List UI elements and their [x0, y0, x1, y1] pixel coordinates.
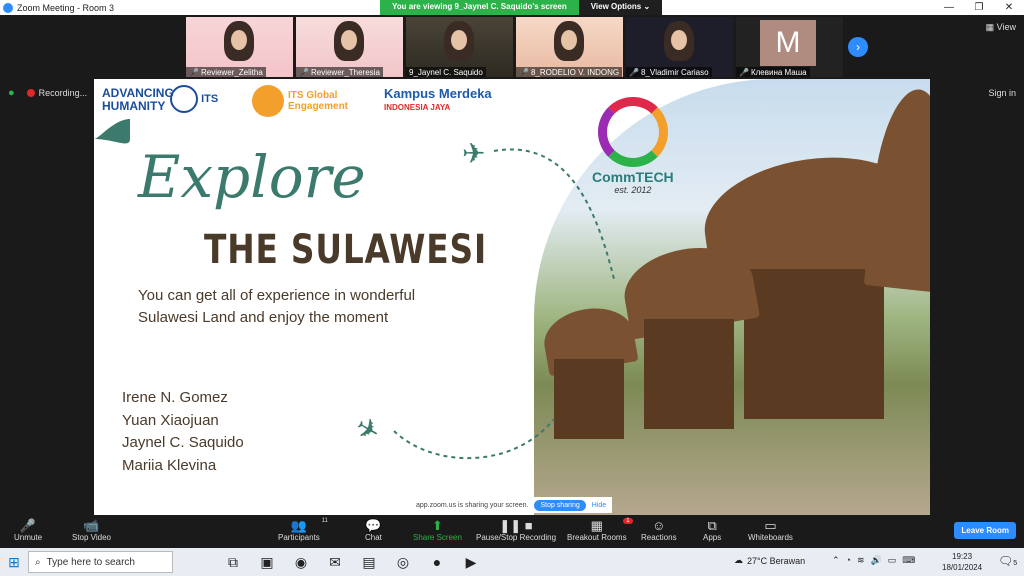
wifi-icon[interactable]: ≋ [857, 555, 865, 566]
leave-room-button[interactable]: Leave Room [954, 522, 1016, 539]
next-page-arrow-icon[interactable]: › [848, 37, 868, 57]
folder-icon[interactable]: ▤ [359, 554, 379, 571]
cloud-icon: ☁ [734, 555, 743, 565]
unmute-button[interactable]: 🎤 Unmute [14, 518, 42, 542]
task-view-icon[interactable]: ⧉ [223, 554, 243, 571]
recording-dot-icon [26, 89, 35, 97]
close-button[interactable]: ✕ [994, 2, 1024, 13]
view-options-button[interactable]: View Options ⌄ [578, 0, 663, 15]
breakout-rooms-button[interactable]: ▦ 1 Breakout Rooms [567, 518, 633, 542]
viewing-label: You are viewing 9_Jaynel C. Saquido's sc… [380, 0, 579, 15]
windows-taskbar: ⊞ ⌕ Type here to search ⧉ ▣ ◉ ✉ ▤ ◎ ● ▶ ☁… [0, 548, 1024, 576]
participant-video [664, 21, 694, 61]
participant-name: 8_RODELIO V. INDONG [530, 67, 620, 77]
participant-tile[interactable]: M 🎤 Клевина Маша [736, 17, 843, 77]
pause-stop-icon: ❚❚ ■ [499, 518, 533, 533]
apps-icon: ⧉ [707, 518, 717, 533]
sign-in-link[interactable]: Sign in [988, 88, 1016, 98]
mic-muted-icon: 🎤 [519, 67, 529, 77]
chat-bubble-icon: 💬 [365, 518, 382, 533]
volume-icon[interactable]: 🔊 [871, 555, 882, 566]
meeting-toolbar: 🎤 Unmute 📹 Stop Video 👥 11 Participants 💬 Cha… [0, 515, 1024, 548]
whiteboards-button[interactable]: ▭ Whiteboards [748, 518, 793, 542]
apps-button[interactable]: ⧉ Apps [703, 518, 721, 542]
mic-muted-icon: 🎤 [739, 67, 749, 77]
store-icon[interactable]: ▣ [257, 554, 277, 571]
participant-tile[interactable]: 🎤 Reviewer_Zelitha [186, 17, 293, 77]
participant-video [554, 21, 584, 61]
keyboard-icon[interactable]: ⌨ [902, 555, 915, 566]
participant-strip: 🎤 Reviewer_Zelitha 🎤 Reviewer_Theresia 9_J… [186, 17, 843, 77]
participant-tile[interactable]: 🎤 Reviewer_Theresia [296, 17, 403, 77]
mic-muted-icon: 🎤 [189, 67, 199, 77]
share-notice-text: app.zoom.us is sharing your screen. [416, 501, 529, 509]
flight-path-dashes [94, 119, 615, 460]
participant-name: 9_Jaynel C. Saquido [409, 67, 483, 77]
spotify-icon[interactable]: ● [427, 554, 447, 571]
reactions-button[interactable]: ☺ Reactions [641, 518, 677, 542]
edge-icon[interactable]: ◉ [291, 554, 311, 571]
stop-sharing-button[interactable]: Stop sharing [534, 499, 586, 511]
notification-icon[interactable]: 🗨5 [998, 554, 1017, 568]
people-icon: 👥 [290, 518, 307, 533]
minimize-button[interactable]: — [934, 2, 964, 13]
participant-tile[interactable]: 🎤 8_RODELIO V. INDONG [516, 17, 623, 77]
participant-tile[interactable]: 🎤 8_Vladimir Cariaso [626, 17, 733, 77]
mic-muted-icon: 🎤 [629, 67, 639, 77]
screen-share-notice: app.zoom.us is sharing your screen. Stop… [412, 497, 612, 513]
taskbar-clock[interactable]: 19:23 18/01/2024 [942, 551, 982, 573]
smiley-icon: ☺ [652, 518, 666, 533]
hide-notice-button[interactable]: Hide [592, 502, 606, 509]
whiteboard-icon: ▭ [764, 518, 777, 533]
system-tray: ⌃ ◔ ≋ 🔊 ▭ ⌨ [832, 555, 915, 566]
network-icon[interactable]: ◔ [846, 555, 851, 566]
chat-button[interactable]: 💬 Chat [365, 518, 382, 542]
participant-name: Reviewer_Zelitha [200, 67, 263, 77]
video-camera-icon: 📹 [83, 518, 100, 533]
flight-path [393, 418, 555, 460]
chevron-up-icon[interactable]: ⌃ [832, 555, 840, 566]
flight-path [493, 148, 615, 280]
maximize-button[interactable]: ❐ [964, 2, 994, 13]
participants-button[interactable]: 👥 11 Participants [278, 518, 328, 542]
taskbar-search[interactable]: ⌕ Type here to search [28, 551, 173, 573]
mail-icon[interactable]: ✉ [325, 554, 345, 571]
participant-tile[interactable]: 9_Jaynel C. Saquido [406, 17, 513, 77]
security-shield-icon: ● [8, 87, 15, 99]
pause-stop-recording-button[interactable]: ❚❚ ■ Pause/Stop Recording [476, 518, 556, 542]
view-button[interactable]: ▦ View [986, 22, 1016, 33]
leaf-shape [94, 119, 130, 144]
participant-avatar: M [760, 20, 816, 66]
stop-video-button[interactable]: 📹 Stop Video [72, 518, 111, 542]
shared-slide: ADVANCING HUMANITY ITS ITS Global Engage… [94, 79, 930, 515]
recording-label: Recording... [38, 88, 88, 98]
participant-name: Reviewer_Theresia [310, 67, 380, 77]
mic-muted-icon: 🎤 [19, 518, 37, 533]
viewing-banner: You are viewing 9_Jaynel C. Saquido's sc… [380, 0, 663, 15]
mic-muted-icon: 🎤 [299, 67, 309, 77]
participant-name: Клевина Маша [750, 67, 807, 77]
windows-start-icon[interactable]: ⊞ [0, 554, 28, 571]
share-screen-button[interactable]: ⬆ Share Screen [413, 518, 462, 542]
participant-name: 8_Vladimir Cariaso [640, 67, 709, 77]
taskbar-apps: ⧉ ▣ ◉ ✉ ▤ ◎ ● ▶ [223, 554, 481, 571]
participant-video [334, 21, 364, 61]
grid-icon: ▦ [590, 518, 603, 533]
participant-video [224, 21, 254, 61]
zoom-icon[interactable]: ▶ [461, 554, 481, 571]
weather-widget[interactable]: ☁ 27°C Berawan [734, 555, 805, 566]
share-arrow-icon: ⬆ [432, 518, 443, 533]
battery-icon[interactable]: ▭ [888, 555, 897, 566]
zoom-app-icon [3, 2, 13, 13]
search-icon: ⌕ [35, 556, 41, 568]
chrome-icon[interactable]: ◎ [393, 554, 413, 571]
participant-video [444, 21, 474, 61]
